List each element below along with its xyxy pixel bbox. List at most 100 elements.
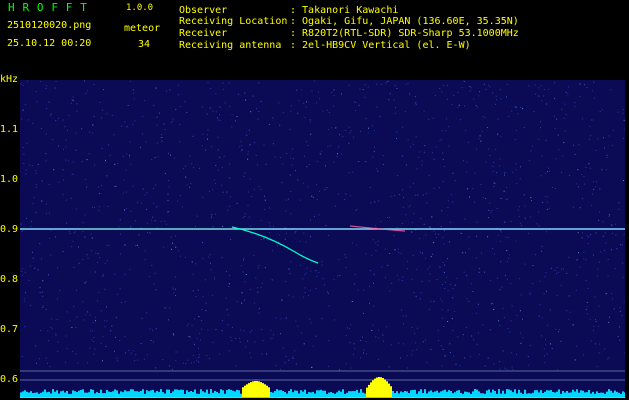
antenna-value: : 2el-HB9CV Vertical (el. E-W) bbox=[290, 40, 471, 51]
noise-dot bbox=[132, 123, 134, 125]
noise-dot bbox=[396, 274, 398, 276]
noise-dot bbox=[594, 97, 596, 99]
noise-dot bbox=[239, 341, 241, 343]
noise-dot bbox=[404, 110, 406, 112]
noise-dot bbox=[488, 84, 490, 86]
timestamp: 25.10.12 00:20 bbox=[7, 38, 92, 49]
noise-dot bbox=[102, 275, 104, 277]
noise-dot bbox=[150, 340, 152, 341]
noise-dot bbox=[489, 155, 491, 156]
noise-dot bbox=[441, 365, 443, 367]
spectrum-bar bbox=[116, 390, 118, 397]
noise-dot bbox=[23, 163, 25, 164]
noise-dot bbox=[135, 354, 137, 356]
noise-dot bbox=[504, 171, 506, 173]
noise-dot bbox=[59, 290, 61, 291]
noise-dot bbox=[37, 164, 39, 166]
noise-dot bbox=[64, 126, 66, 128]
noise-dot bbox=[435, 233, 436, 235]
noise-dot bbox=[231, 340, 233, 342]
noise-dot bbox=[452, 201, 454, 203]
noise-dot bbox=[486, 127, 488, 128]
noise-dot bbox=[345, 193, 347, 195]
noise-dot bbox=[35, 172, 37, 174]
noise-dot bbox=[345, 256, 347, 258]
noise-dot bbox=[546, 201, 548, 203]
noise-dot bbox=[205, 302, 207, 304]
noise-dot bbox=[94, 206, 96, 208]
noise-dot bbox=[41, 291, 43, 293]
noise-dot bbox=[224, 102, 226, 104]
noise-dot bbox=[333, 161, 335, 163]
noise-dot bbox=[93, 337, 95, 338]
spectrum-bar bbox=[56, 390, 58, 397]
noise-dot bbox=[389, 290, 391, 292]
noise-dot bbox=[436, 279, 438, 280]
noise-dot bbox=[161, 140, 163, 142]
noise-dot bbox=[215, 165, 217, 166]
noise-dot bbox=[520, 222, 522, 224]
noise-dot bbox=[435, 237, 437, 238]
noise-dot bbox=[146, 354, 148, 356]
spectrum-bar bbox=[114, 389, 116, 397]
noise-dot bbox=[49, 237, 51, 239]
noise-dot bbox=[353, 101, 355, 103]
noise-dot bbox=[297, 325, 299, 327]
noise-dot bbox=[65, 361, 67, 363]
noise-dot bbox=[125, 169, 127, 171]
noise-dot bbox=[286, 153, 288, 154]
noise-dot bbox=[210, 88, 212, 89]
noise-dot bbox=[403, 323, 404, 325]
noise-dot bbox=[499, 325, 501, 327]
noise-dot bbox=[94, 271, 96, 273]
noise-dot bbox=[170, 122, 172, 124]
noise-dot bbox=[595, 149, 597, 151]
noise-dot bbox=[592, 181, 594, 183]
spectrum-bar bbox=[100, 389, 102, 397]
noise-dot bbox=[78, 262, 80, 264]
noise-dot bbox=[22, 109, 24, 111]
noise-dot bbox=[384, 248, 386, 250]
noise-dot bbox=[160, 134, 162, 136]
noise-dot bbox=[335, 127, 337, 129]
noise-dot bbox=[191, 163, 193, 165]
noise-dot bbox=[344, 129, 346, 131]
spectrum-bar bbox=[390, 386, 392, 397]
noise-dot bbox=[175, 276, 177, 278]
noise-dot bbox=[541, 317, 543, 319]
noise-dot bbox=[568, 295, 570, 297]
noise-dot bbox=[93, 341, 95, 343]
noise-dot bbox=[428, 280, 430, 282]
noise-dot bbox=[573, 144, 575, 146]
noise-dot bbox=[144, 259, 146, 261]
noise-dot bbox=[45, 88, 47, 89]
noise-dot bbox=[198, 357, 200, 359]
noise-dot bbox=[541, 245, 543, 247]
noise-dot bbox=[303, 343, 305, 345]
noise-dot bbox=[331, 127, 333, 129]
noise-dot bbox=[333, 94, 335, 96]
noise-dot bbox=[290, 261, 292, 263]
noise-dot bbox=[522, 337, 524, 339]
noise-dot bbox=[237, 93, 239, 95]
noise-dot bbox=[41, 258, 42, 260]
noise-dot bbox=[569, 311, 571, 313]
app-title: H R O F F T bbox=[8, 1, 88, 14]
spectrum-bar bbox=[476, 389, 478, 397]
noise-dot bbox=[98, 291, 100, 293]
noise-dot bbox=[32, 203, 34, 205]
noise-dot bbox=[91, 250, 92, 252]
noise-dot bbox=[433, 188, 435, 189]
noise-dot bbox=[297, 179, 299, 181]
noise-dot bbox=[442, 349, 444, 350]
noise-dot bbox=[544, 172, 546, 174]
noise-dot bbox=[31, 164, 33, 166]
noise-dot bbox=[51, 328, 53, 330]
noise-dot bbox=[177, 250, 179, 252]
noise-dot bbox=[173, 334, 175, 336]
noise-dot bbox=[499, 289, 501, 291]
noise-dot bbox=[405, 83, 407, 85]
noise-dot bbox=[163, 246, 165, 248]
noise-dot bbox=[377, 244, 379, 246]
noise-dot bbox=[175, 246, 177, 248]
